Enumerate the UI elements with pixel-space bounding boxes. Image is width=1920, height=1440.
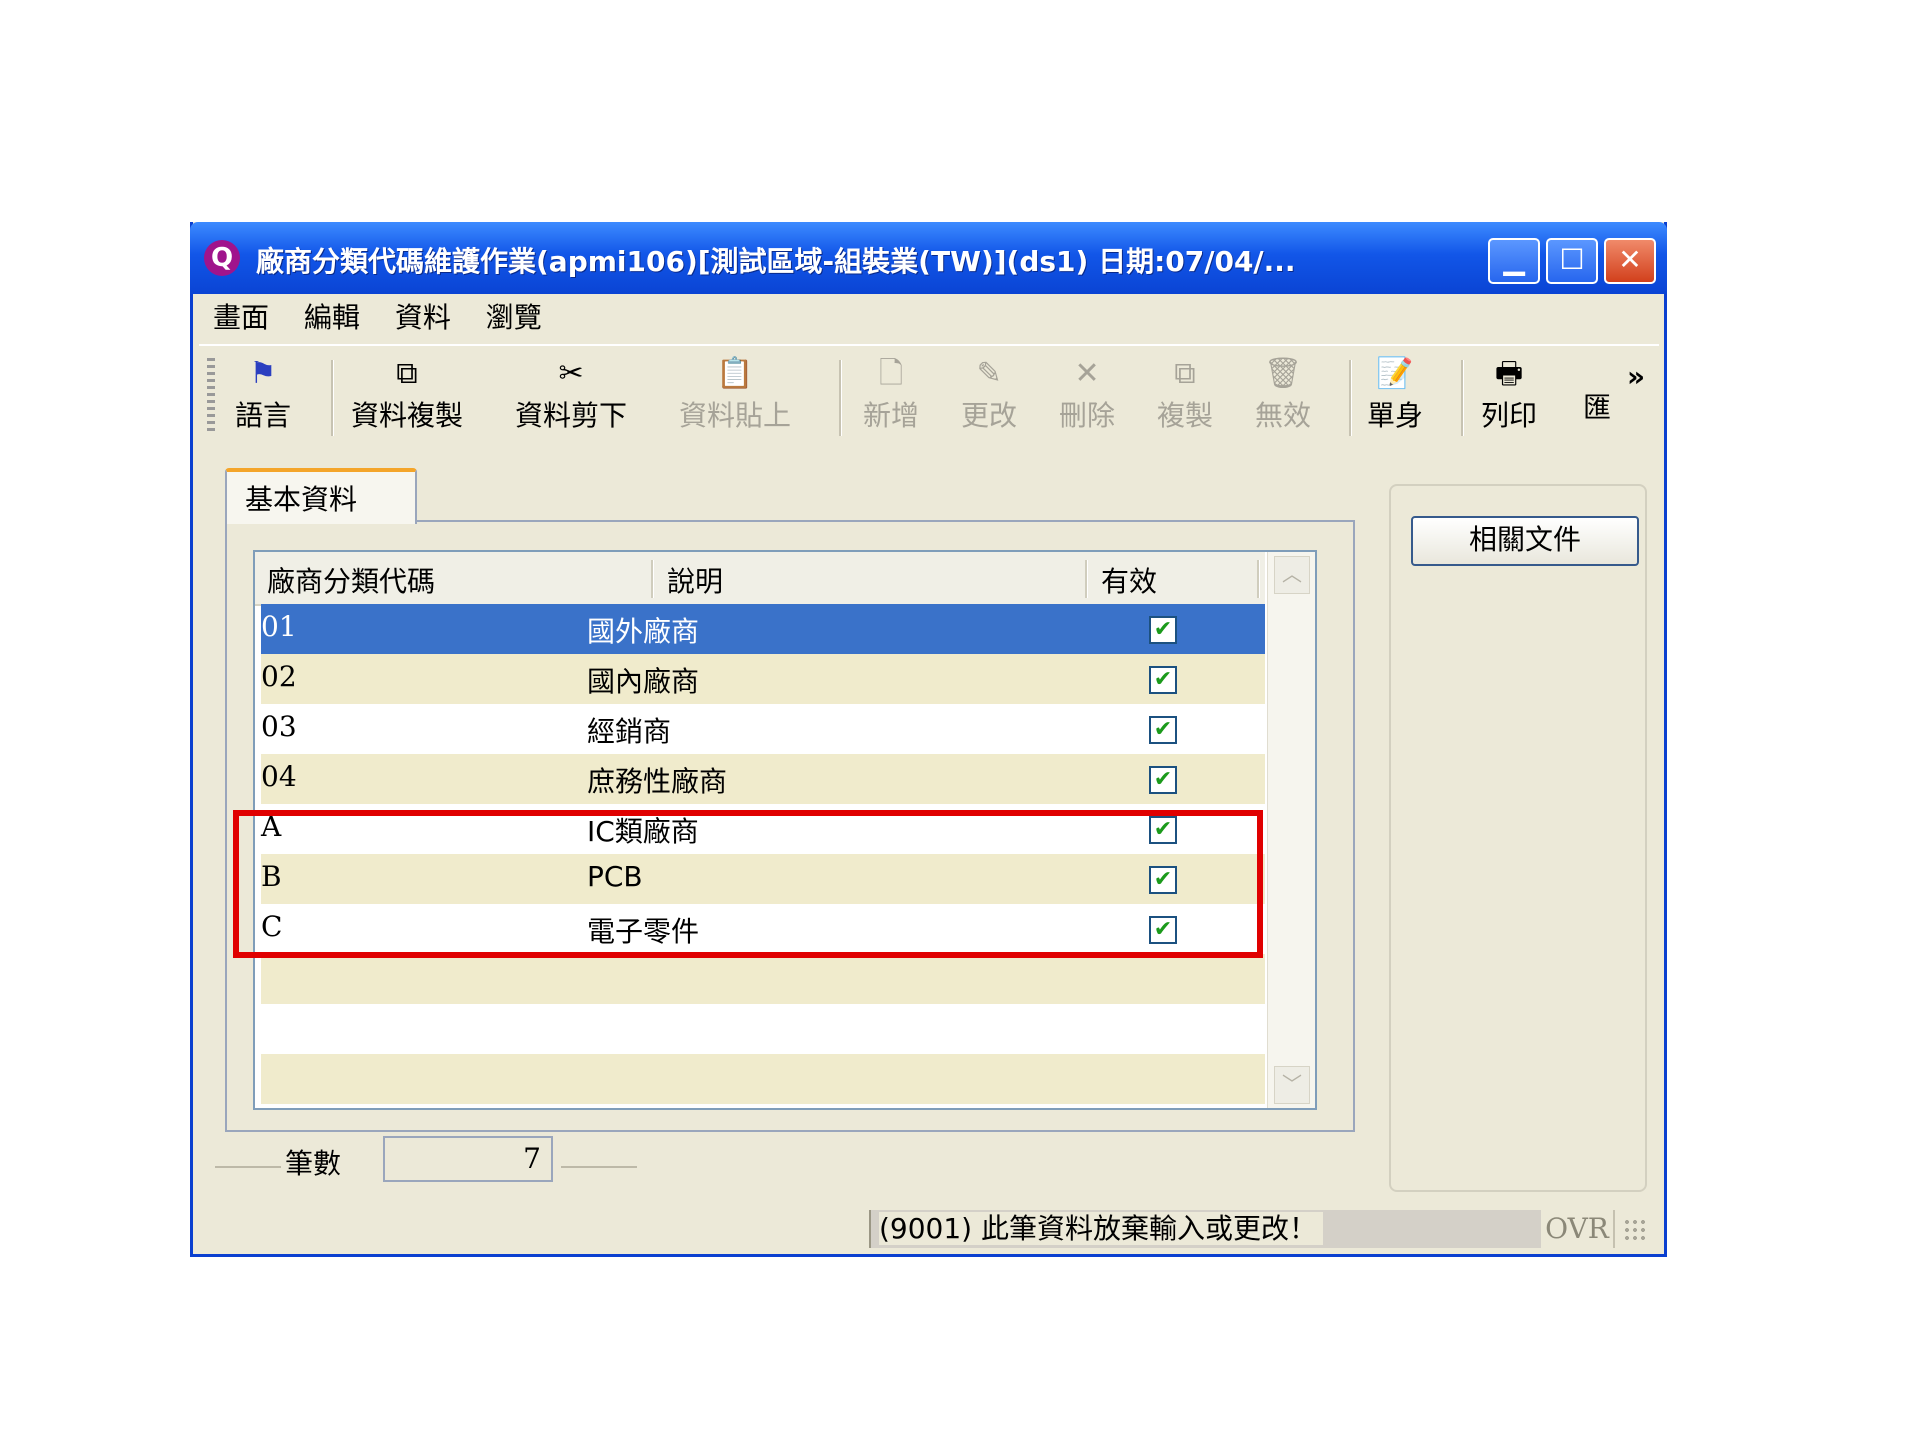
count-value: 7 xyxy=(383,1136,553,1182)
title-bar[interactable]: Q 廠商分類代碼維護作業(apmi106)[測試區域-組裝業(TW)](ds1)… xyxy=(190,222,1667,294)
copy-icon: ⧉ xyxy=(1174,356,1196,391)
invalid-label: 無效 xyxy=(1255,399,1312,432)
tab-basic-info[interactable]: 基本資料 xyxy=(225,468,417,524)
valid-checkbox[interactable]: ✔ xyxy=(1149,666,1177,694)
table-row[interactable]: 02 國內廠商 ✔ xyxy=(261,654,1265,704)
cell-desc: 國外廠商 xyxy=(587,615,700,648)
paste-data-label: 資料貼上 xyxy=(679,399,792,432)
column-divider[interactable] xyxy=(1085,560,1088,598)
scissors-icon: ✂ xyxy=(558,356,584,391)
app-window: Q 廠商分類代碼維護作業(apmi106)[測試區域-組裝業(TW)](ds1)… xyxy=(190,222,1667,1257)
toolbar-separator xyxy=(1349,360,1352,436)
copy-data-label: 資料複製 xyxy=(351,399,464,432)
clipboard-icon: 📋 xyxy=(716,356,754,391)
toolbar-separator xyxy=(331,360,334,436)
cut-data-label: 資料剪下 xyxy=(515,399,628,432)
language-button[interactable]: ⚑ 語言 xyxy=(235,354,291,434)
toolbar: ⚑ 語言 ⧉ 資料複製 ✂ 資料剪下 📋 資料貼上 🗋 新增 ✎ 更改 ✕ 刪除 xyxy=(199,344,1659,444)
delete-label: 刪除 xyxy=(1059,399,1116,432)
menu-edit[interactable]: 編輯 xyxy=(304,301,360,334)
highlight-box xyxy=(233,810,1263,958)
minimize-button[interactable]: ▁ xyxy=(1488,238,1540,284)
printer-icon: 🖶 xyxy=(1494,356,1524,391)
toolbar-separator xyxy=(839,360,842,436)
menu-browse[interactable]: 瀏覽 xyxy=(486,301,542,334)
valid-checkbox[interactable]: ✔ xyxy=(1149,716,1177,744)
single-label: 單身 xyxy=(1367,399,1424,432)
column-header-code[interactable]: 廠商分類代碼 xyxy=(267,560,435,600)
status-bar: (9001) 此筆資料放棄輸入或更改！ OVR xyxy=(193,1208,1664,1252)
status-message: (9001) 此筆資料放棄輸入或更改！ xyxy=(869,1210,1541,1248)
copy-data-icon: ⧉ xyxy=(396,356,418,391)
count-divider xyxy=(561,1166,637,1168)
table-row[interactable]: 01 國外廠商 ✔ xyxy=(261,604,1265,654)
modify-button[interactable]: ✎ 更改 xyxy=(961,354,1017,434)
valid-checkbox[interactable]: ✔ xyxy=(1149,766,1177,794)
invalid-button[interactable]: 🗑 無效 xyxy=(1255,354,1311,434)
menu-screen[interactable]: 畫面 xyxy=(213,301,269,334)
add-button[interactable]: 🗋 新增 xyxy=(863,354,919,434)
copy-data-button[interactable]: ⧉ 資料複製 xyxy=(351,354,463,434)
empty-row[interactable] xyxy=(261,1004,1265,1054)
toolbar-overflow-chevron-icon[interactable]: » xyxy=(1627,360,1645,393)
overwrite-mode-indicator: OVR xyxy=(1541,1210,1615,1248)
count-divider xyxy=(215,1166,281,1168)
single-button[interactable]: 📝 單身 xyxy=(1367,354,1423,434)
scroll-down-arrow-icon[interactable]: ﹀ xyxy=(1274,1066,1310,1104)
edit-form-icon: 📝 xyxy=(1376,356,1414,391)
cell-code: 01 xyxy=(261,610,297,643)
paste-data-button[interactable]: 📋 資料貼上 xyxy=(679,354,791,434)
table-row[interactable]: 04 庶務性廠商 ✔ xyxy=(261,754,1265,804)
maximize-button[interactable]: ☐ xyxy=(1546,238,1598,284)
menu-bar: 畫面 編輯 資料 瀏覽 xyxy=(213,296,568,340)
delete-button[interactable]: ✕ 刪除 xyxy=(1059,354,1115,434)
trash-icon: 🗑 xyxy=(1263,356,1303,391)
print-button[interactable]: 🖶 列印 xyxy=(1481,354,1537,434)
table-row[interactable]: 03 經銷商 ✔ xyxy=(261,704,1265,754)
flag-icon: ⚑ xyxy=(249,356,277,391)
cell-code: 02 xyxy=(261,660,297,693)
vertical-scrollbar[interactable]: ︿ ﹀ xyxy=(1267,552,1315,1108)
modify-label: 更改 xyxy=(961,399,1018,432)
status-message-text: (9001) 此筆資料放棄輸入或更改！ xyxy=(879,1212,1324,1245)
app-logo-icon: Q xyxy=(204,240,240,276)
copy-label: 複製 xyxy=(1157,399,1214,432)
resize-grip-icon[interactable] xyxy=(1623,1218,1649,1244)
cell-desc: 經銷商 xyxy=(587,715,672,748)
column-divider[interactable] xyxy=(1257,560,1260,598)
empty-row[interactable] xyxy=(261,1054,1265,1104)
related-docs-button[interactable]: 相關文件 xyxy=(1411,516,1639,566)
export-label: 匯 xyxy=(1583,391,1612,424)
export-button[interactable]: 匯 xyxy=(1583,386,1611,426)
close-button[interactable]: ✕ xyxy=(1604,238,1656,284)
toolbar-grip[interactable] xyxy=(207,358,215,434)
print-label: 列印 xyxy=(1481,399,1538,432)
copy-button[interactable]: ⧉ 複製 xyxy=(1157,354,1213,434)
column-header-valid[interactable]: 有效 xyxy=(1101,560,1157,600)
cell-desc: 庶務性廠商 xyxy=(587,765,728,798)
count-label: 筆數 xyxy=(285,1147,342,1180)
cell-code: 03 xyxy=(261,710,297,743)
empty-row[interactable] xyxy=(261,954,1265,1004)
cut-data-button[interactable]: ✂ 資料剪下 xyxy=(515,354,627,434)
grid-header: 廠商分類代碼 說明 有效 xyxy=(255,552,1265,606)
cell-desc: 國內廠商 xyxy=(587,665,700,698)
add-label: 新增 xyxy=(863,399,920,432)
column-divider[interactable] xyxy=(651,560,654,598)
pencil-icon: ✎ xyxy=(976,356,1002,391)
delete-x-icon: ✕ xyxy=(1074,356,1100,391)
scroll-up-arrow-icon[interactable]: ︿ xyxy=(1274,556,1310,594)
menu-data[interactable]: 資料 xyxy=(395,301,451,334)
window-title: 廠商分類代碼維護作業(apmi106)[測試區域-組裝業(TW)](ds1) 日… xyxy=(256,245,1296,278)
side-panel xyxy=(1389,484,1647,1192)
valid-checkbox[interactable]: ✔ xyxy=(1149,616,1177,644)
new-document-icon: 🗋 xyxy=(878,356,904,391)
column-header-desc[interactable]: 說明 xyxy=(667,560,723,600)
toolbar-separator xyxy=(1461,360,1464,436)
language-label: 語言 xyxy=(235,399,292,432)
cell-code: 04 xyxy=(261,760,297,793)
